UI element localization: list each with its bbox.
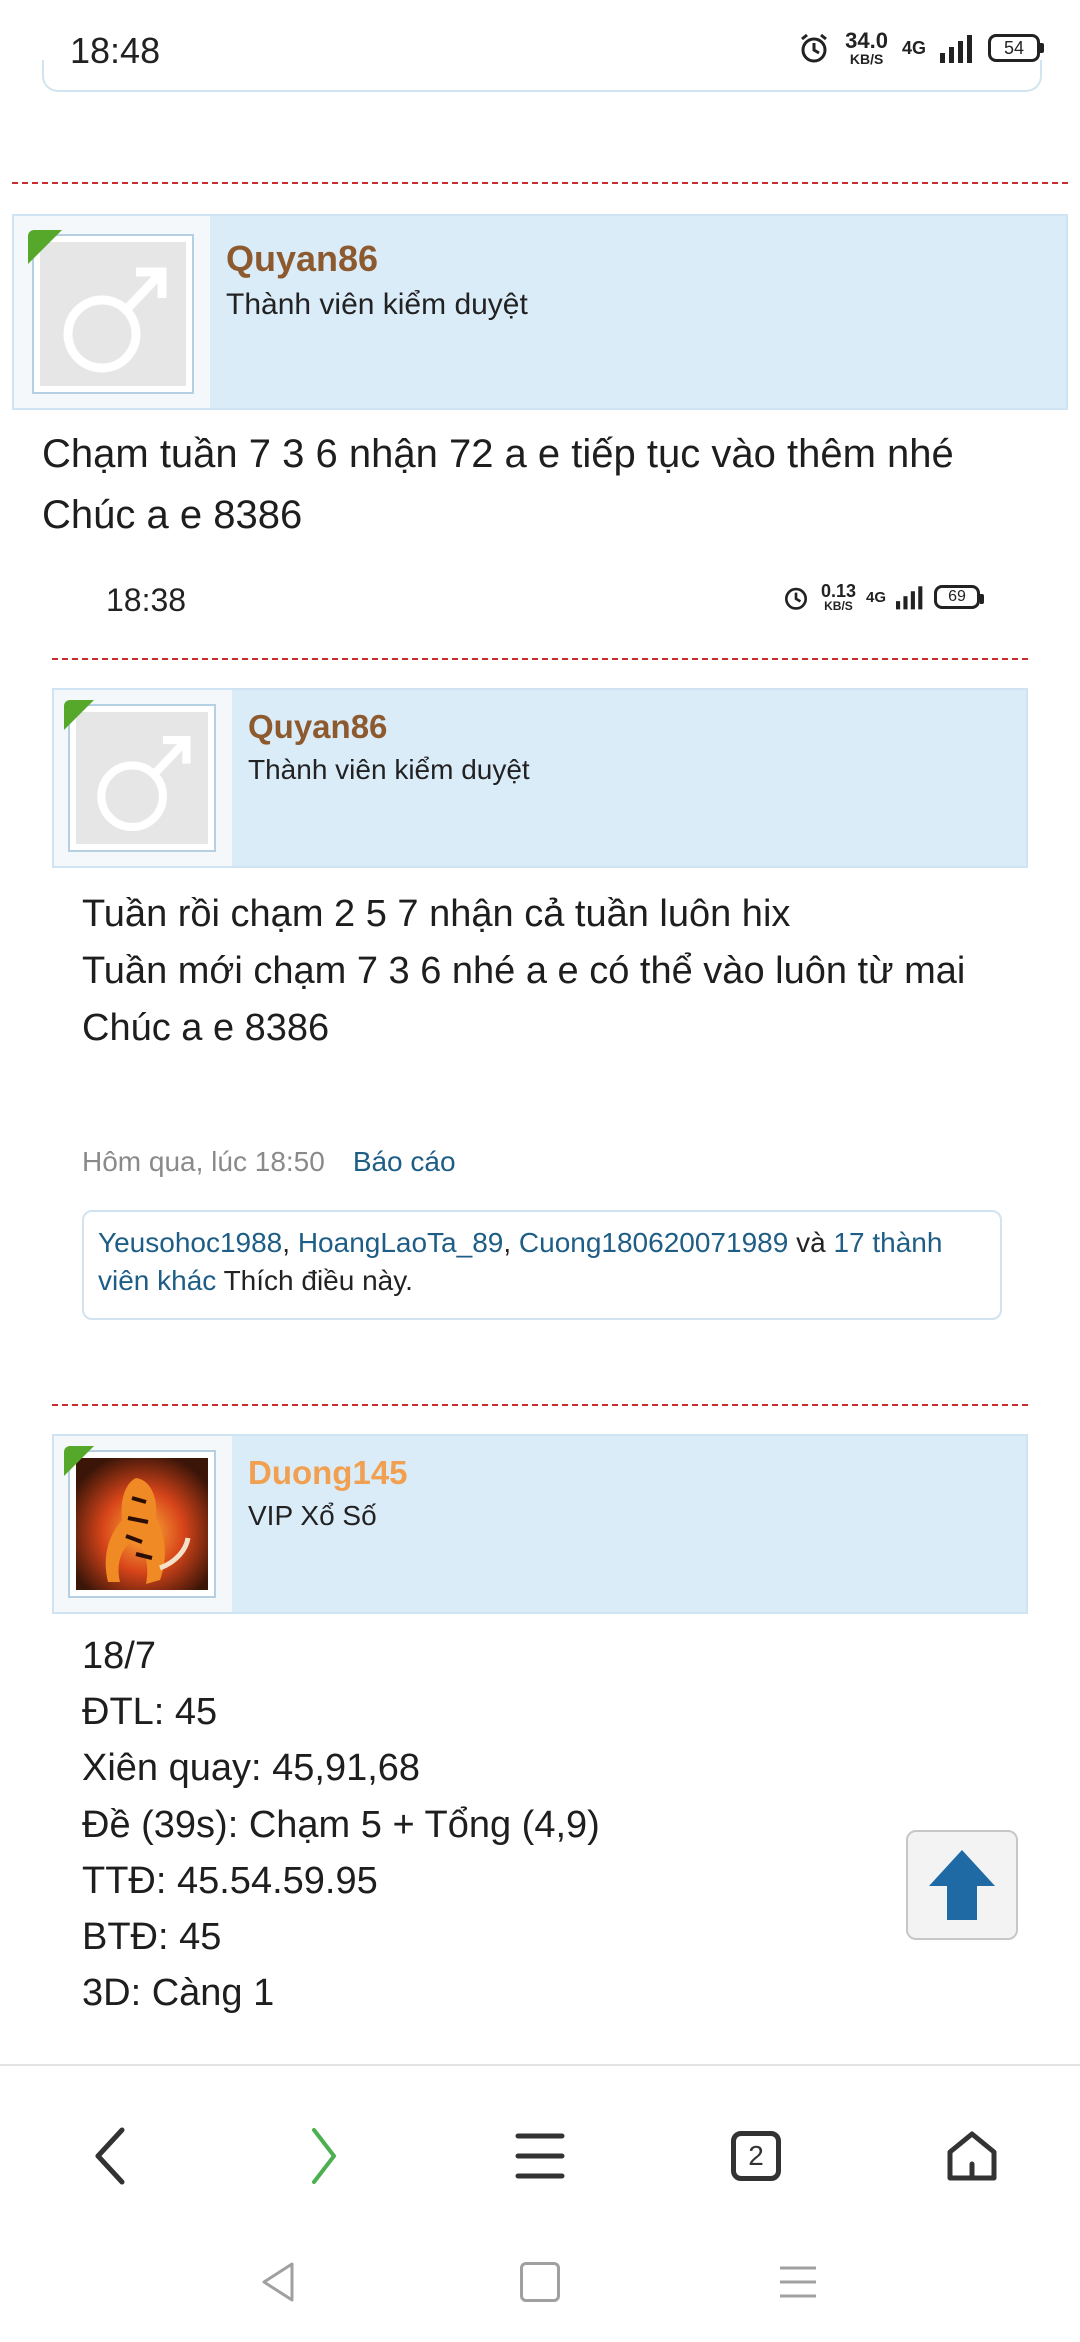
online-indicator: [64, 1446, 94, 1476]
signal-icon: [896, 586, 923, 610]
tab-count: 2: [748, 2140, 764, 2171]
post-content: Chạm tuần 7 3 6 nhận 72 a e tiếp tục vào…: [42, 432, 954, 537]
post-content: Tuần rồi chạm 2 5 7 nhận cả tuần luôn hi…: [82, 893, 966, 1049]
likes-summary: Yeusohoc1988, HoangLaoTa_89, Cuong180620…: [82, 1210, 1002, 1320]
triangle-back-icon: [262, 2262, 294, 2302]
post-divider: [52, 1404, 1028, 1406]
online-indicator: [64, 700, 94, 730]
battery-icon: 69: [934, 585, 984, 609]
system-home-button[interactable]: [500, 2242, 580, 2322]
menu-icon: [515, 2133, 565, 2179]
author-role: Thành viên kiểm duyệt: [226, 288, 528, 321]
network-type: 4G: [901, 37, 926, 58]
back-button[interactable]: [60, 2106, 160, 2206]
forward-icon: [312, 2128, 336, 2184]
browser-toolbar: 2: [0, 2064, 1080, 2342]
male-symbol-icon: [97, 735, 191, 832]
post-author-header: Quyan86 Thành viên kiểm duyệt: [52, 688, 1028, 868]
arrow-up-icon: [929, 1850, 995, 1920]
post-meta: Hôm qua, lúc 18:50 Báo cáo: [82, 1146, 456, 1178]
square-home-icon: [520, 2262, 560, 2302]
post-divider: [52, 658, 1028, 660]
battery-icon: 54: [988, 34, 1044, 62]
author-role: Thành viên kiểm duyệt: [248, 754, 530, 785]
liker-link[interactable]: Yeusohoc1988: [98, 1227, 282, 1258]
embedded-screenshot: 18:38 0.13 KB/S 4G 69 Quyan86 Thành viên…: [42, 546, 1038, 2066]
embedded-status-icons: 0.13 KB/S 4G 69: [781, 582, 984, 612]
menu-button[interactable]: [490, 2106, 590, 2206]
scroll-to-top-button[interactable]: [906, 1830, 1018, 1940]
post-timestamp[interactable]: Hôm qua, lúc 18:50: [82, 1146, 325, 1178]
forward-button[interactable]: [274, 2106, 374, 2206]
previous-post-bottom-border: [42, 60, 1042, 92]
author-name[interactable]: Quyan86: [248, 708, 387, 746]
tabs-icon: 2: [731, 2131, 781, 2181]
author-role: VIP Xổ Số: [248, 1500, 377, 1531]
post-author-header: Duong145 VIP Xổ Số: [52, 1434, 1028, 1614]
home-icon: [947, 2131, 997, 2181]
liker-link[interactable]: HoangLaoTa_89: [298, 1227, 504, 1258]
tiger-image: [76, 1458, 208, 1590]
home-button[interactable]: [922, 2106, 1022, 2206]
recents-icon: [780, 2266, 816, 2298]
system-recents-button[interactable]: [758, 2242, 838, 2322]
embedded-status-time: 18:38: [106, 582, 187, 618]
alarm-icon: [784, 587, 807, 610]
post-content: 18/7 ĐTL: 45 Xiên quay: 45,91,68 Đề (39s…: [82, 1635, 600, 2015]
post-author-header: Quyan86 Thành viên kiểm duyệt: [12, 214, 1068, 410]
back-icon: [95, 2127, 125, 2185]
report-link[interactable]: Báo cáo: [353, 1146, 456, 1178]
system-back-button[interactable]: [238, 2242, 318, 2322]
signal-icon: [940, 35, 972, 63]
author-name[interactable]: Duong145: [248, 1454, 408, 1492]
author-name[interactable]: Quyan86: [226, 238, 378, 280]
online-indicator: [28, 230, 62, 264]
post-divider: [12, 182, 1068, 184]
liker-link[interactable]: Cuong180620071989: [519, 1227, 788, 1258]
tabs-button[interactable]: 2: [706, 2106, 806, 2206]
